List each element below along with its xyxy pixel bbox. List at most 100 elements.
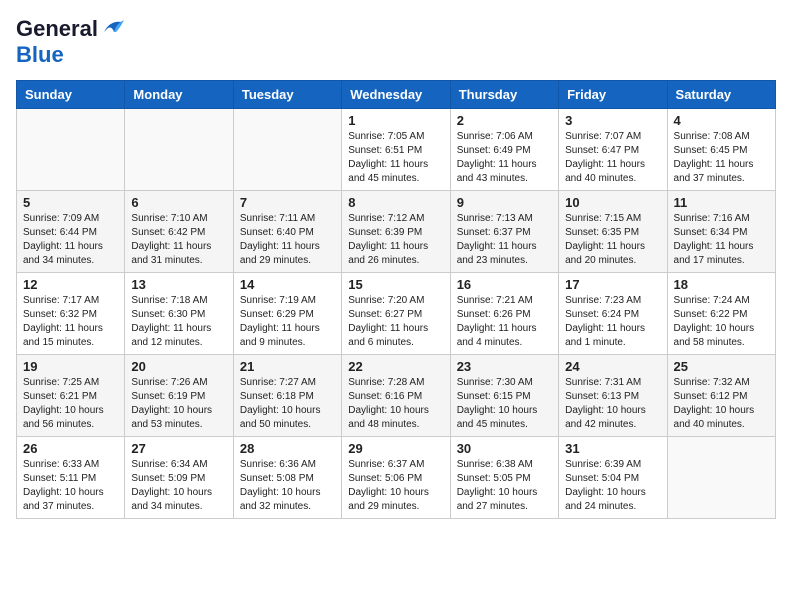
day-of-week-header: Saturday (667, 81, 775, 109)
day-of-week-header: Monday (125, 81, 233, 109)
day-number: 11 (674, 195, 769, 210)
day-of-week-header: Sunday (17, 81, 125, 109)
calendar-day-cell: 17 Sunrise: 7:23 AM Sunset: 6:24 PM Dayli… (559, 273, 667, 355)
day-number: 20 (131, 359, 226, 374)
day-number: 27 (131, 441, 226, 456)
day-number: 5 (23, 195, 118, 210)
calendar-day-cell: 11 Sunrise: 7:16 AM Sunset: 6:34 PM Dayli… (667, 191, 775, 273)
day-info: Sunrise: 6:36 AM Sunset: 5:08 PM Dayligh… (240, 458, 335, 514)
day-info: Sunrise: 7:27 AM Sunset: 6:18 PM Dayligh… (240, 376, 335, 432)
calendar-day-cell: 31 Sunrise: 6:39 AM Sunset: 5:04 PM Dayli… (559, 437, 667, 519)
calendar-day-cell: 2 Sunrise: 7:06 AM Sunset: 6:49 PM Daylig… (450, 109, 558, 191)
calendar-day-cell: 28 Sunrise: 6:36 AM Sunset: 5:08 PM Dayli… (233, 437, 341, 519)
day-info: Sunrise: 7:15 AM Sunset: 6:35 PM Dayligh… (565, 212, 660, 268)
day-number: 22 (348, 359, 443, 374)
day-info: Sunrise: 7:17 AM Sunset: 6:32 PM Dayligh… (23, 294, 118, 350)
day-info: Sunrise: 6:38 AM Sunset: 5:05 PM Dayligh… (457, 458, 552, 514)
day-number: 10 (565, 195, 660, 210)
day-info: Sunrise: 7:07 AM Sunset: 6:47 PM Dayligh… (565, 130, 660, 186)
calendar-day-cell: 20Sunrise: 7:26 AM Sunset: 6:19 PM Dayli… (125, 355, 233, 437)
calendar-day-cell: 25 Sunrise: 7:32 AM Sunset: 6:12 PM Dayli… (667, 355, 775, 437)
day-info: Sunrise: 7:06 AM Sunset: 6:49 PM Dayligh… (457, 130, 552, 186)
day-of-week-header: Tuesday (233, 81, 341, 109)
day-of-week-header: Friday (559, 81, 667, 109)
calendar-day-cell: 26 Sunrise: 6:33 AM Sunset: 5:11 PM Dayli… (17, 437, 125, 519)
days-of-week-row: SundayMondayTuesdayWednesdayThursdayFrid… (17, 81, 776, 109)
day-number: 18 (674, 277, 769, 292)
calendar-day-cell (125, 109, 233, 191)
calendar-day-cell: 1 Sunrise: 7:05 AM Sunset: 6:51 PM Daylig… (342, 109, 450, 191)
calendar-day-cell: 9 Sunrise: 7:13 AM Sunset: 6:37 PM Daylig… (450, 191, 558, 273)
calendar-week-row: 1 Sunrise: 7:05 AM Sunset: 6:51 PM Daylig… (17, 109, 776, 191)
calendar-week-row: 5 Sunrise: 7:09 AM Sunset: 6:44 PM Daylig… (17, 191, 776, 273)
day-info: Sunrise: 7:16 AM Sunset: 6:34 PM Dayligh… (674, 212, 769, 268)
day-number: 9 (457, 195, 552, 210)
calendar-table: SundayMondayTuesdayWednesdayThursdayFrid… (16, 80, 776, 519)
day-info: Sunrise: 7:10 AM Sunset: 6:42 PM Dayligh… (131, 212, 226, 268)
day-number: 6 (131, 195, 226, 210)
day-info: Sunrise: 7:12 AM Sunset: 6:39 PM Dayligh… (348, 212, 443, 268)
calendar-day-cell: 19Sunrise: 7:25 AM Sunset: 6:21 PM Dayli… (17, 355, 125, 437)
day-info: Sunrise: 7:09 AM Sunset: 6:44 PM Dayligh… (23, 212, 118, 268)
day-info: Sunrise: 6:34 AM Sunset: 5:09 PM Dayligh… (131, 458, 226, 514)
day-info: Sunrise: 6:39 AM Sunset: 5:04 PM Dayligh… (565, 458, 660, 514)
day-info: Sunrise: 7:31 AM Sunset: 6:13 PM Dayligh… (565, 376, 660, 432)
day-number: 3 (565, 113, 660, 128)
logo-general-text: General (16, 16, 98, 42)
calendar-day-cell: 27 Sunrise: 6:34 AM Sunset: 5:09 PM Dayli… (125, 437, 233, 519)
day-number: 12 (23, 277, 118, 292)
day-number: 29 (348, 441, 443, 456)
calendar-day-cell: 24 Sunrise: 7:31 AM Sunset: 6:13 PM Dayli… (559, 355, 667, 437)
logo-blue-text: Blue (16, 42, 64, 67)
day-info: Sunrise: 6:33 AM Sunset: 5:11 PM Dayligh… (23, 458, 118, 514)
calendar-day-cell: 23 Sunrise: 7:30 AM Sunset: 6:15 PM Dayli… (450, 355, 558, 437)
calendar-header: SundayMondayTuesdayWednesdayThursdayFrid… (17, 81, 776, 109)
day-info: Sunrise: 7:28 AM Sunset: 6:16 PM Dayligh… (348, 376, 443, 432)
day-number: 24 (565, 359, 660, 374)
calendar-day-cell: 21 Sunrise: 7:27 AM Sunset: 6:18 PM Dayli… (233, 355, 341, 437)
day-number: 31 (565, 441, 660, 456)
day-number: 15 (348, 277, 443, 292)
calendar-day-cell: 18Sunrise: 7:24 AM Sunset: 6:22 PM Dayli… (667, 273, 775, 355)
day-info: Sunrise: 7:19 AM Sunset: 6:29 PM Dayligh… (240, 294, 335, 350)
calendar-body: 1 Sunrise: 7:05 AM Sunset: 6:51 PM Daylig… (17, 109, 776, 519)
calendar-day-cell: 10 Sunrise: 7:15 AM Sunset: 6:35 PM Dayli… (559, 191, 667, 273)
day-number: 26 (23, 441, 118, 456)
page-header: General Blue (16, 16, 776, 68)
day-number: 17 (565, 277, 660, 292)
day-info: Sunrise: 7:23 AM Sunset: 6:24 PM Dayligh… (565, 294, 660, 350)
calendar-day-cell: 16 Sunrise: 7:21 AM Sunset: 6:26 PM Dayli… (450, 273, 558, 355)
logo: General Blue (16, 16, 124, 68)
day-number: 13 (131, 277, 226, 292)
calendar-day-cell: 15Sunrise: 7:20 AM Sunset: 6:27 PM Dayli… (342, 273, 450, 355)
day-number: 1 (348, 113, 443, 128)
day-info: Sunrise: 7:30 AM Sunset: 6:15 PM Dayligh… (457, 376, 552, 432)
day-info: Sunrise: 7:13 AM Sunset: 6:37 PM Dayligh… (457, 212, 552, 268)
calendar-day-cell: 4Sunrise: 7:08 AM Sunset: 6:45 PM Daylig… (667, 109, 775, 191)
day-number: 14 (240, 277, 335, 292)
day-number: 23 (457, 359, 552, 374)
day-info: Sunrise: 7:08 AM Sunset: 6:45 PM Dayligh… (674, 130, 769, 186)
day-info: Sunrise: 7:25 AM Sunset: 6:21 PM Dayligh… (23, 376, 118, 432)
calendar-day-cell (667, 437, 775, 519)
calendar-day-cell: 12 Sunrise: 7:17 AM Sunset: 6:32 PM Dayli… (17, 273, 125, 355)
day-number: 21 (240, 359, 335, 374)
day-number: 2 (457, 113, 552, 128)
day-number: 30 (457, 441, 552, 456)
calendar-day-cell (17, 109, 125, 191)
day-number: 7 (240, 195, 335, 210)
day-info: Sunrise: 7:32 AM Sunset: 6:12 PM Dayligh… (674, 376, 769, 432)
day-number: 16 (457, 277, 552, 292)
calendar-day-cell: 5 Sunrise: 7:09 AM Sunset: 6:44 PM Daylig… (17, 191, 125, 273)
logo-bird-icon (102, 18, 124, 36)
day-info: Sunrise: 7:21 AM Sunset: 6:26 PM Dayligh… (457, 294, 552, 350)
day-number: 25 (674, 359, 769, 374)
day-number: 8 (348, 195, 443, 210)
calendar-day-cell: 6 Sunrise: 7:10 AM Sunset: 6:42 PM Daylig… (125, 191, 233, 273)
day-number: 28 (240, 441, 335, 456)
calendar-day-cell: 8 Sunrise: 7:12 AM Sunset: 6:39 PM Daylig… (342, 191, 450, 273)
day-of-week-header: Wednesday (342, 81, 450, 109)
day-info: Sunrise: 7:18 AM Sunset: 6:30 PM Dayligh… (131, 294, 226, 350)
day-info: Sunrise: 7:05 AM Sunset: 6:51 PM Dayligh… (348, 130, 443, 186)
calendar-day-cell: 3 Sunrise: 7:07 AM Sunset: 6:47 PM Daylig… (559, 109, 667, 191)
